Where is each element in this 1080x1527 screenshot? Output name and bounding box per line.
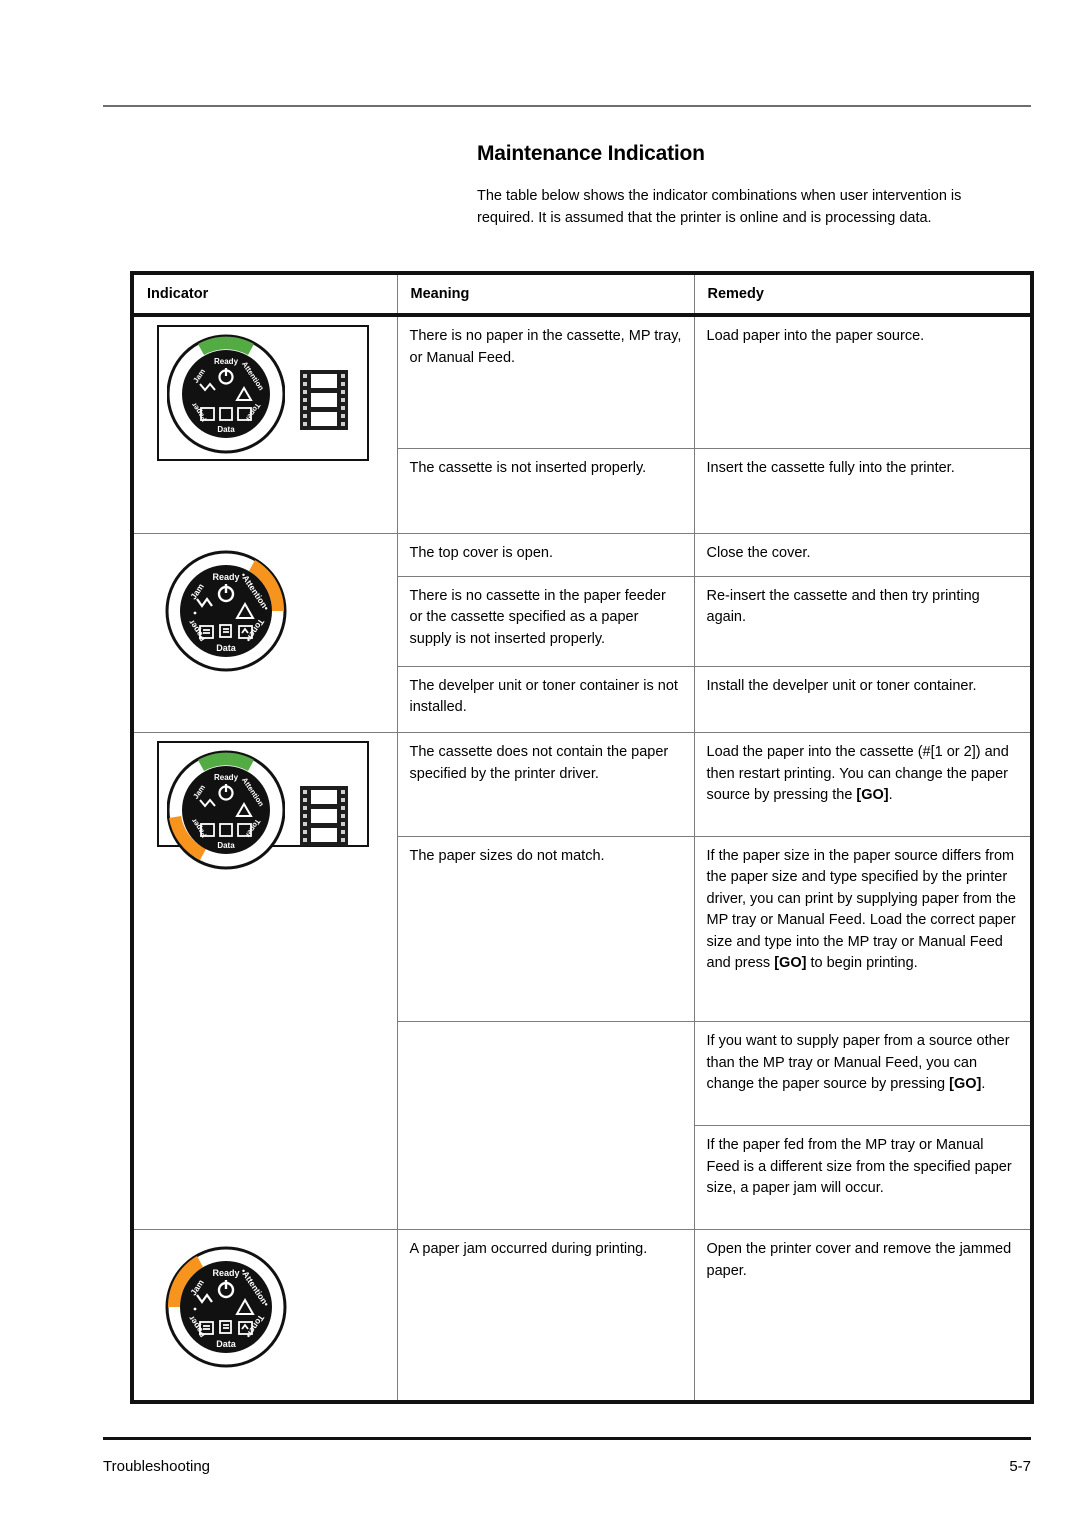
meaning-text: There is no cassette in the paper feeder… [409,587,666,647]
control-panel-illustration-1: Ready Attention Toner Data Paper Jam [157,325,369,461]
meaning-text: The cassette does not contain the paper … [409,744,669,782]
table-row: Ready Attention Toner Data Paper Jam The… [130,314,1034,534]
remedy-text: Load paper into the paper source. [706,328,925,344]
page-title: Maintenance Indication [477,142,705,165]
meaning-cell: The paper sizes do not match. [396,835,695,1023]
table-header-cell-indicator: Indicator [130,271,398,317]
remedy-cell: Load the paper into the cassette (#[1 or… [693,732,1034,837]
status-dial-3: Ready Attention Toner Data Paper Jam [167,748,285,872]
remedy-cell: Install the develper unit or toner conta… [693,665,1034,734]
remedy-text: If the paper size in the paper source di… [706,847,1017,972]
meaning-text: The cassette is not inserted properly. [409,460,647,477]
meaning-cell-empty [396,1125,695,1230]
meaning-cell: There is no cassette in the paper feeder… [396,575,695,667]
remedy-cell: Insert the cassette fully into the print… [693,448,1034,534]
remedy-text: If you want to supply paper from a sourc… [706,1033,1010,1093]
svg-text:Ready: Ready [212,572,239,582]
table-header-cell-meaning: Meaning [396,271,695,317]
svg-text:Data: Data [217,841,235,850]
footer-section-label: Troubleshooting [103,1458,211,1475]
remedy-cell: Open the printer cover and remove the ja… [693,1229,1034,1404]
remedy-text: Close the cover. [706,545,811,561]
status-dial-2: Ready •Attention• Toner• Data Paper Jam [163,548,289,674]
meaning-cell: There is no paper in the cassette, MP tr… [396,314,695,450]
meaning-text [398,1022,694,1039]
svg-text:Ready: Ready [214,357,239,366]
remedy-text: Load the paper into the cassette (#[1 or… [706,744,1009,803]
paper-stack-icon-3 [299,785,349,847]
remedy-text: If the paper fed from the MP tray or Man… [706,1137,1012,1197]
svg-text:Ready: Ready [214,773,239,782]
svg-text:Data: Data [217,425,235,434]
table-row: Ready Attention Toner Data Paper Jam The… [130,732,1034,1230]
indicator-cell-group-1: Ready Attention Toner Data Paper Jam [130,314,398,534]
meaning-text: There is no paper in the cassette, MP tr… [409,328,682,366]
remedy-cell: Load paper into the paper source. [693,314,1034,450]
meaning-cell: The cassette is not inserted properly. [396,448,695,534]
meaning-text: The top cover is open. [409,545,553,561]
meaning-cell-empty [396,1021,695,1126]
footer-rule [103,1437,1031,1440]
document-page: Maintenance Indication The table below s… [0,0,1080,1527]
meaning-cell: The cassette does not contain the paper … [396,732,695,837]
footer-page-number: 5-7 [1009,1458,1031,1475]
table-header-row: Indicator Meaning Remedy [130,271,1034,317]
table-header-cell-remedy: Remedy [693,271,1034,317]
column-header-remedy: Remedy [707,286,764,302]
header-rule [103,105,1031,107]
remedy-text: Open the printer cover and remove the ja… [706,1241,1012,1279]
svg-text:Data: Data [216,643,237,653]
intro-paragraph: The table below shows the indicator comb… [477,188,962,226]
indicator-cell-group-2: Ready •Attention• Toner• Data Paper Jam [130,533,398,733]
meaning-text [398,1126,694,1143]
meaning-cell: The top cover is open. [396,533,695,577]
remedy-text: Re-insert the cassette and then try prin… [706,587,980,626]
maintenance-indication-table: Indicator Meaning Remedy Ready Attention… [130,271,1034,1404]
table-row: Ready •Attention• Toner• Data Paper Jam … [130,1229,1034,1404]
control-panel-illustration-3: Ready Attention Toner Data Paper Jam [157,741,369,870]
column-header-meaning: Meaning [410,286,470,302]
indicator-cell-group-3: Ready Attention Toner Data Paper Jam [130,732,398,1230]
remedy-text: Insert the cassette fully into the print… [706,460,955,477]
column-header-indicator: Indicator [147,286,209,302]
meaning-cell: A paper jam occurred during printing. [396,1229,695,1404]
meaning-text: The paper sizes do not match. [409,847,605,864]
meaning-text: A paper jam occurred during printing. [409,1241,648,1257]
meaning-cell: The develper unit or toner container is … [396,665,695,734]
indicator-cell-group-4: Ready •Attention• Toner• Data Paper Jam [130,1229,398,1404]
remedy-cell: If the paper fed from the MP tray or Man… [693,1125,1034,1230]
table-row: Ready •Attention• Toner• Data Paper Jam … [130,533,1034,733]
remedy-cell: If the paper size in the paper source di… [693,835,1034,1023]
remedy-cell: Close the cover. [693,533,1034,577]
meaning-text: The develper unit or toner container is … [409,677,678,716]
svg-text:Data: Data [216,1339,237,1349]
paper-stack-icon-1 [299,369,349,431]
remedy-cell: Re-insert the cassette and then try prin… [693,575,1034,667]
status-dial-4: Ready •Attention• Toner• Data Paper Jam [163,1244,289,1370]
status-dial-1: Ready Attention Toner Data Paper Jam [167,332,285,456]
svg-text:Ready: Ready [212,1268,239,1278]
remedy-cell: If you want to supply paper from a sourc… [693,1021,1034,1127]
remedy-text: Install the develper unit or toner conta… [706,677,977,694]
